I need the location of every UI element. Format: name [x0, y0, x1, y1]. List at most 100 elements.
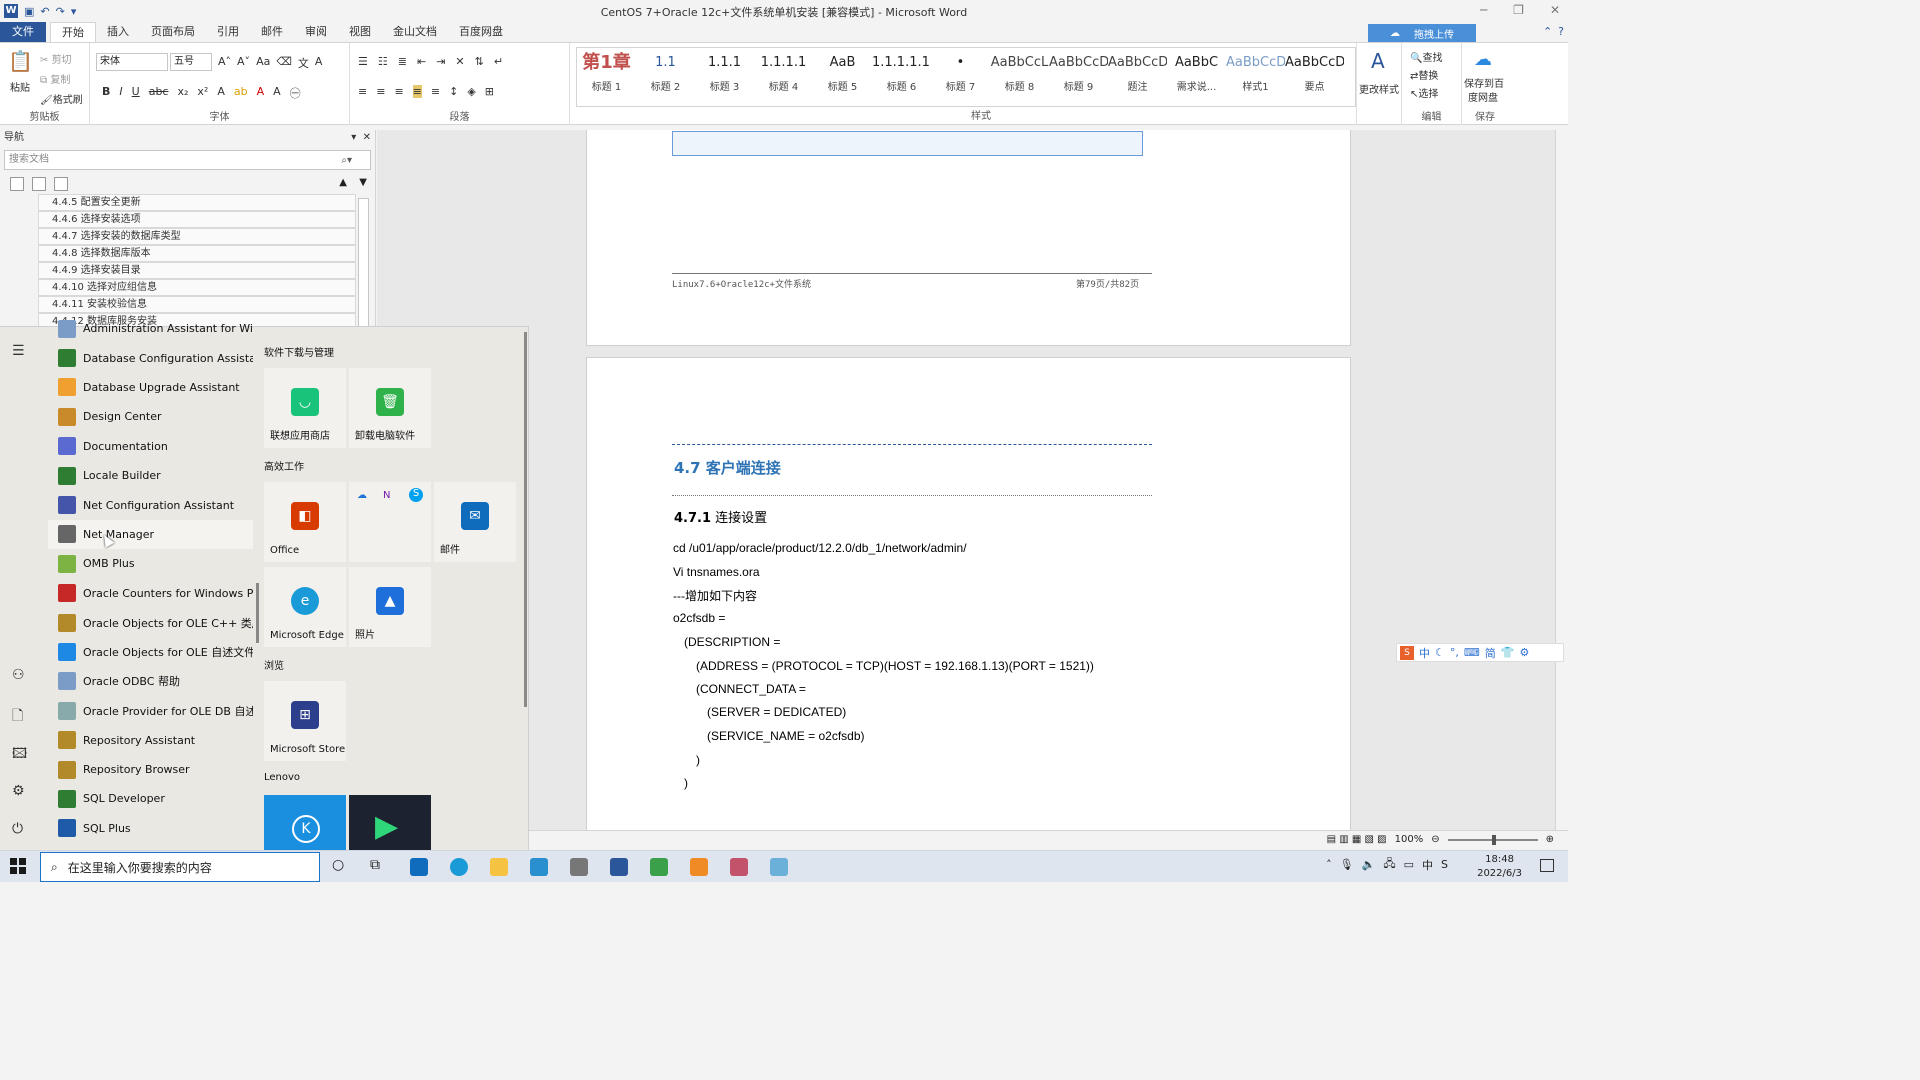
justify-icon[interactable]: ≡ — [412, 85, 422, 98]
numbering-icon[interactable]: ☷ — [378, 55, 388, 68]
start-app-item[interactable]: Oracle Objects for OLE 自述文件 — [48, 637, 253, 666]
tab-insert[interactable]: 插入 — [96, 22, 140, 42]
app-list-scrollbar[interactable] — [256, 583, 259, 643]
start-app-item[interactable]: Oracle Objects for OLE C++ 类库... — [48, 608, 253, 637]
select-button[interactable]: ↖选择 — [1410, 85, 1438, 100]
ime-simp[interactable]: 简 — [1485, 645, 1496, 661]
pictures-icon[interactable]: 🖾 — [12, 743, 27, 767]
nav-heading-item[interactable]: 4.4.6 选择安装选项 — [38, 211, 356, 228]
heading-4-7[interactable]: 4.7 客户端连接 — [674, 457, 781, 478]
align-center-icon[interactable]: ≡ — [376, 85, 385, 98]
tab-home[interactable]: 开始 — [50, 22, 96, 42]
undo-icon[interactable]: ↶ — [40, 5, 49, 18]
borders-icon[interactable]: ⊞ — [485, 85, 494, 98]
start-app-item[interactable]: Design Center — [48, 402, 253, 431]
user-icon[interactable]: ⚇ — [12, 667, 25, 683]
style-item[interactable]: AaBbCcD 标题 9 — [1049, 48, 1108, 106]
style-item[interactable]: AaBbCcD 样式1 — [1226, 48, 1285, 106]
zoom-level[interactable]: 100% — [1395, 834, 1424, 845]
char-shading-icon[interactable]: A — [273, 85, 281, 101]
distributed-icon[interactable]: ≡ — [431, 85, 440, 98]
show-marks-icon[interactable]: ↵ — [494, 55, 503, 68]
nav-close-icon[interactable]: ✕ — [363, 132, 371, 143]
tab-kingsoft-docs[interactable]: 金山文档 — [382, 22, 448, 42]
redo-icon[interactable]: ↷ — [56, 5, 65, 18]
start-app-item[interactable]: Repository Assistant — [48, 725, 253, 754]
sogou-tray-icon[interactable]: S — [1441, 858, 1448, 871]
bold-icon[interactable]: B — [102, 85, 110, 101]
chinese-layout-icon[interactable]: ✕ — [455, 55, 464, 68]
documents-icon[interactable]: 🗋 — [12, 705, 23, 729]
power-icon[interactable]: ⏻ — [12, 821, 23, 837]
start-app-item[interactable]: Oracle Counters for Windows Per... — [48, 579, 253, 608]
change-case-icon[interactable]: Aa — [256, 55, 270, 71]
tile-uninstall[interactable]: 🗑 卸载电脑软件 — [349, 368, 431, 448]
search-icon[interactable]: ⌕▾ — [341, 152, 352, 170]
style-item[interactable]: 1.1.1 标题 3 — [695, 48, 754, 106]
keyboard-icon[interactable]: ⌨ — [1464, 646, 1480, 659]
grow-font-icon[interactable]: A˄ — [218, 55, 231, 71]
start-app-item[interactable]: Database Configuration Assistant — [48, 343, 253, 372]
start-app-item[interactable]: Administration Assistant for Win... — [48, 314, 253, 343]
start-app-item[interactable]: Documentation — [48, 432, 253, 461]
start-app-item[interactable]: Database Upgrade Assistant — [48, 373, 253, 402]
start-app-item[interactable]: Net Manager — [48, 519, 253, 550]
document-scrollbar[interactable] — [1555, 130, 1568, 830]
style-item[interactable]: • 标题 7 — [931, 48, 990, 106]
notification-icon[interactable] — [1540, 859, 1554, 872]
prev-heading-icon[interactable]: ▲ — [339, 177, 347, 188]
align-right-icon[interactable]: ≡ — [394, 85, 403, 98]
zoom-slider[interactable] — [1447, 834, 1538, 845]
tile-lenovo-store[interactable]: ◡ 联想应用商店 — [264, 368, 346, 448]
superscript-icon[interactable]: x² — [197, 85, 208, 101]
taskbar-word-icon[interactable] — [610, 858, 628, 876]
tile-video-player[interactable]: ▶ — [349, 795, 431, 851]
hamburger-icon[interactable]: ☰ — [12, 343, 25, 359]
char-border-icon[interactable]: A — [315, 55, 323, 71]
start-app-item[interactable]: Oracle ODBC 帮助 — [48, 667, 253, 696]
start-app-item[interactable]: Oracle Provider for OLE DB 自述... — [48, 696, 253, 725]
paste-icon[interactable]: 📋 — [8, 49, 33, 73]
taskbar-edge-icon[interactable] — [450, 858, 468, 876]
italic-icon[interactable]: I — [119, 85, 122, 101]
align-left-icon[interactable]: ≡ — [358, 85, 367, 98]
enclose-char-icon[interactable]: ㊀ — [290, 85, 301, 101]
nav-heading-item[interactable]: 4.4.8 选择数据库版本 — [38, 245, 356, 262]
multilevel-icon[interactable]: ≣ — [398, 55, 407, 68]
ime-settings-icon[interactable]: ⚙ — [1519, 646, 1529, 659]
nav-heading-item[interactable]: 4.4.11 安装校验信息 — [38, 296, 356, 313]
style-item[interactable]: AaBbC 需求说... — [1167, 48, 1226, 106]
taskbar-app-icon[interactable] — [730, 858, 748, 876]
copy-button[interactable]: ⧉ 复制 — [40, 71, 70, 86]
start-app-item[interactable]: Net Configuration Assistant — [48, 490, 253, 519]
increase-indent-icon[interactable]: ⇥ — [436, 55, 445, 68]
style-item[interactable]: AaBbCcD 题注 — [1108, 48, 1167, 106]
file-explorer-icon[interactable] — [490, 858, 508, 876]
upload-button[interactable]: ☁ 拖拽上传 — [1368, 24, 1476, 43]
line-spacing-icon[interactable]: ↕ — [449, 85, 458, 98]
save-icon[interactable]: ▣ — [24, 5, 34, 18]
windows-start-icon[interactable] — [10, 858, 26, 874]
style-item[interactable]: 第1章 标题 1 — [577, 48, 636, 106]
tab-page-layout[interactable]: 页面布局 — [140, 22, 206, 42]
next-heading-icon[interactable]: ▼ — [359, 177, 367, 188]
taskbar-app-icon[interactable] — [530, 858, 548, 876]
nav-menu-icon[interactable]: ▾ — [351, 132, 356, 143]
collapse-ribbon-icon[interactable]: ⌃ — [1543, 25, 1552, 38]
mic-icon[interactable]: 🎙 — [1340, 858, 1354, 871]
view-buttons-icon[interactable]: ▤ ▥ ▦ ▧ ▨ — [1327, 834, 1387, 845]
start-app-item[interactable]: Repository Browser — [48, 755, 253, 784]
sort-icon[interactable]: ⇅ — [475, 55, 484, 68]
shirt-icon[interactable]: 👕 — [1501, 646, 1515, 659]
tile-mail[interactable]: ✉ 邮件 — [434, 482, 516, 562]
tab-review[interactable]: 审阅 — [294, 22, 338, 42]
tab-view[interactable]: 视图 — [338, 22, 382, 42]
ime-mode[interactable]: 中 — [1419, 645, 1430, 661]
paste-button[interactable]: 粘贴 — [10, 79, 30, 94]
battery-icon[interactable]: ▭ — [1404, 858, 1414, 871]
style-item[interactable]: AaBbCcD 要点 — [1285, 48, 1344, 106]
minimize-icon[interactable]: ─ — [1480, 3, 1487, 17]
close-icon[interactable]: ✕ — [1550, 3, 1560, 17]
strikethrough-icon[interactable]: abc — [149, 85, 169, 101]
shading-icon[interactable]: ◈ — [467, 85, 475, 98]
